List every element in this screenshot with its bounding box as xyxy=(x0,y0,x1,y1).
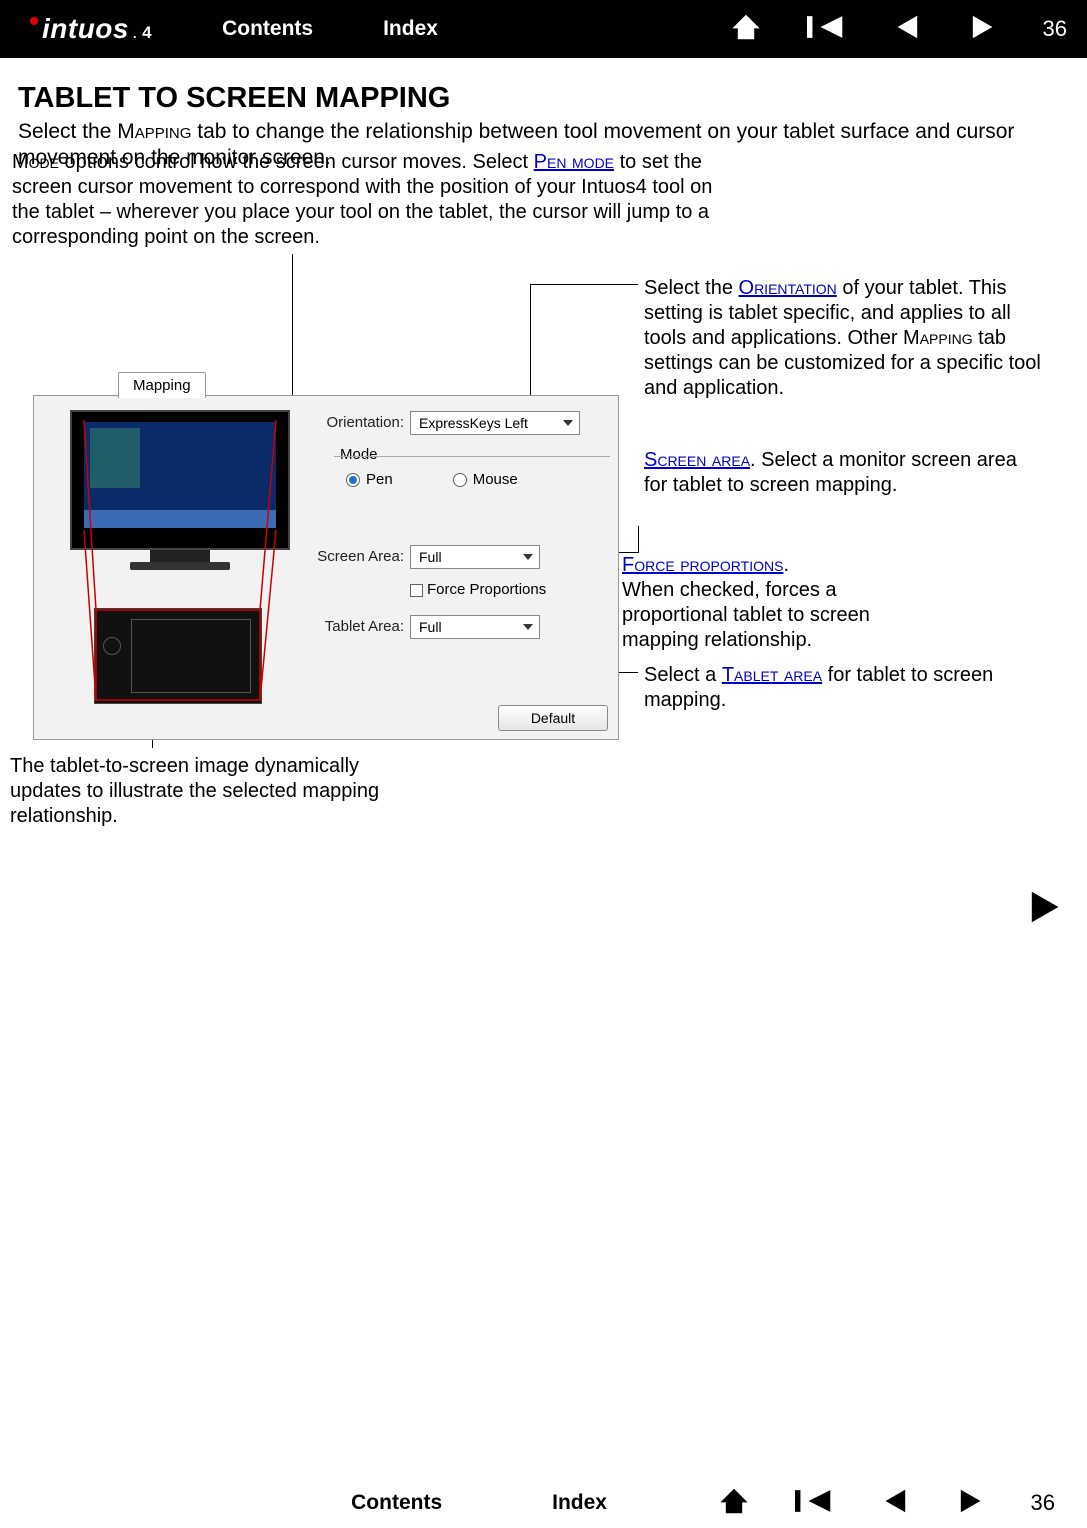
mapping-panel: Mapping Orientation: ExpressKeys Left Mo… xyxy=(33,395,619,740)
logo-dot-icon xyxy=(30,17,38,25)
mouse-radio[interactable]: Mouse xyxy=(453,471,518,488)
orientation-label: Orientation: xyxy=(314,414,404,431)
first-page-icon[interactable] xyxy=(807,13,845,46)
tabarea-t1: Select a xyxy=(644,664,722,686)
leader-orient-v xyxy=(530,284,531,400)
continue-arrow-icon[interactable] xyxy=(1025,888,1069,931)
contents-link-bottom[interactable]: Contents xyxy=(351,1491,442,1515)
tablet-area-value: Full xyxy=(419,619,442,635)
force-proportions-checkbox[interactable]: Force Proportions xyxy=(410,581,546,598)
monitor-illustration xyxy=(70,410,290,570)
bottom-nav: Contents Index 36 xyxy=(0,1478,1087,1528)
mapping-tab[interactable]: Mapping xyxy=(118,372,206,398)
brand-dot: . xyxy=(133,26,137,41)
default-button-label: Default xyxy=(531,710,575,726)
tablet-area-dropdown[interactable]: Full xyxy=(410,615,540,639)
orientation-value: ExpressKeys Left xyxy=(419,415,528,431)
nav-icon-group-bottom xyxy=(717,1486,989,1521)
brand-text: intuos xyxy=(42,13,129,45)
top-nav: intuos . 4 Contents Index 36 xyxy=(0,0,1087,58)
index-link[interactable]: Index xyxy=(383,17,438,41)
index-link-bottom[interactable]: Index xyxy=(552,1491,607,1515)
brand-logo: intuos . 4 xyxy=(30,13,152,45)
mouse-radio-label: Mouse xyxy=(473,471,518,488)
image-callout: The tablet-to-screen image dynamically u… xyxy=(10,754,380,829)
tablet-area-label: Tablet Area: xyxy=(314,618,404,635)
radio-icon xyxy=(453,473,467,487)
tablet-illustration xyxy=(94,608,262,704)
leader-orient-h xyxy=(530,284,638,285)
first-page-icon[interactable] xyxy=(795,1487,833,1520)
force-t1: . xyxy=(783,554,789,576)
force-label: Force Proportions xyxy=(427,581,546,598)
next-page-icon[interactable] xyxy=(967,13,1001,46)
orientation-callout: Select the Orientation of your tablet. T… xyxy=(644,276,1044,401)
home-icon[interactable] xyxy=(717,1486,751,1521)
force-prop-link[interactable]: Force proportions xyxy=(622,554,783,576)
mode-callout: Mode options control how the screen curs… xyxy=(12,150,732,250)
leader-screen-v xyxy=(638,526,639,553)
force-t2: When checked, forces a proportional tabl… xyxy=(622,579,870,651)
screen-area-label: Screen Area: xyxy=(314,548,404,565)
mode-t2: options control how the screen cursor mo… xyxy=(59,151,534,173)
screen-area-value: Full xyxy=(419,549,442,565)
brand-4: 4 xyxy=(142,23,152,43)
image-callout-text: The tablet-to-screen image dynamically u… xyxy=(10,755,379,827)
contents-link[interactable]: Contents xyxy=(222,17,313,41)
screen-area-dropdown[interactable]: Full xyxy=(410,545,540,569)
prev-page-icon[interactable] xyxy=(877,1487,911,1520)
tablet-area-callout: Select a Tablet area for tablet to scree… xyxy=(644,663,1044,713)
intro-pre: Select the xyxy=(18,120,117,143)
home-icon[interactable] xyxy=(729,12,763,47)
orient-sc: Mapping xyxy=(903,327,973,349)
checkbox-icon xyxy=(410,584,423,597)
pen-mode-link[interactable]: Pen mode xyxy=(534,151,614,173)
chevron-down-icon xyxy=(523,554,533,560)
pen-radio[interactable]: Pen xyxy=(346,471,393,488)
chevron-down-icon xyxy=(523,624,533,630)
tablet-area-link[interactable]: Tablet area xyxy=(722,664,822,686)
page-number-bottom: 36 xyxy=(1025,1490,1055,1516)
mode-sc: Mode xyxy=(12,151,59,173)
nav-icon-group xyxy=(729,12,1001,47)
pen-radio-label: Pen xyxy=(366,471,393,488)
screen-area-link[interactable]: Screen area xyxy=(644,449,750,471)
orientation-dropdown[interactable]: ExpressKeys Left xyxy=(410,411,580,435)
prev-page-icon[interactable] xyxy=(889,13,923,46)
page-number-top: 36 xyxy=(1037,16,1067,42)
page-title: TABLET TO SCREEN MAPPING xyxy=(18,82,1069,115)
screen-area-callout: Screen area. Select a monitor screen are… xyxy=(644,448,1044,498)
next-page-icon[interactable] xyxy=(955,1487,989,1520)
mode-group: Pen Mouse xyxy=(334,456,610,488)
force-prop-callout: Force proportions. When checked, forces … xyxy=(622,553,922,653)
orient-t1: Select the xyxy=(644,277,739,299)
chevron-down-icon xyxy=(563,420,573,426)
orientation-link[interactable]: Orientation xyxy=(739,277,837,299)
intro-mapping-sc: Mapping xyxy=(117,120,191,143)
default-button[interactable]: Default xyxy=(498,705,608,731)
radio-selected-icon xyxy=(346,473,360,487)
